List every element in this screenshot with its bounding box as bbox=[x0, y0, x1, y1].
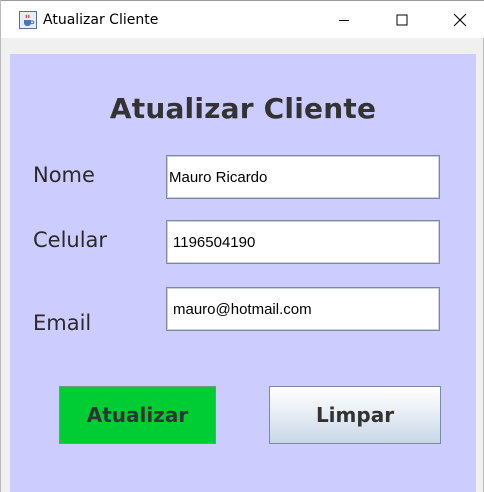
title-bar[interactable]: Atualizar Cliente bbox=[1, 0, 484, 38]
form-heading: Atualizar Cliente bbox=[109, 92, 377, 125]
minimize-icon bbox=[338, 14, 350, 26]
maximize-icon bbox=[396, 14, 408, 26]
email-input[interactable] bbox=[166, 287, 440, 331]
maximize-button[interactable] bbox=[379, 1, 425, 39]
minimize-button[interactable] bbox=[321, 1, 367, 39]
nome-input[interactable] bbox=[166, 155, 440, 199]
atualizar-button[interactable]: Atualizar bbox=[59, 386, 216, 444]
email-label: Email bbox=[33, 311, 92, 335]
java-cup-icon bbox=[19, 11, 37, 29]
close-icon bbox=[453, 13, 467, 27]
window-title: Atualizar Cliente bbox=[43, 12, 159, 28]
close-button[interactable] bbox=[437, 1, 483, 39]
nome-label: Nome bbox=[33, 163, 95, 187]
celular-input[interactable] bbox=[166, 220, 440, 264]
celular-label: Celular bbox=[33, 228, 108, 252]
form-panel: Atualizar Cliente Nome Celular Email Atu… bbox=[10, 54, 476, 492]
application-window: Atualizar Cliente Atualizar Cliente Nome… bbox=[0, 0, 484, 492]
limpar-button[interactable]: Limpar bbox=[269, 386, 441, 444]
